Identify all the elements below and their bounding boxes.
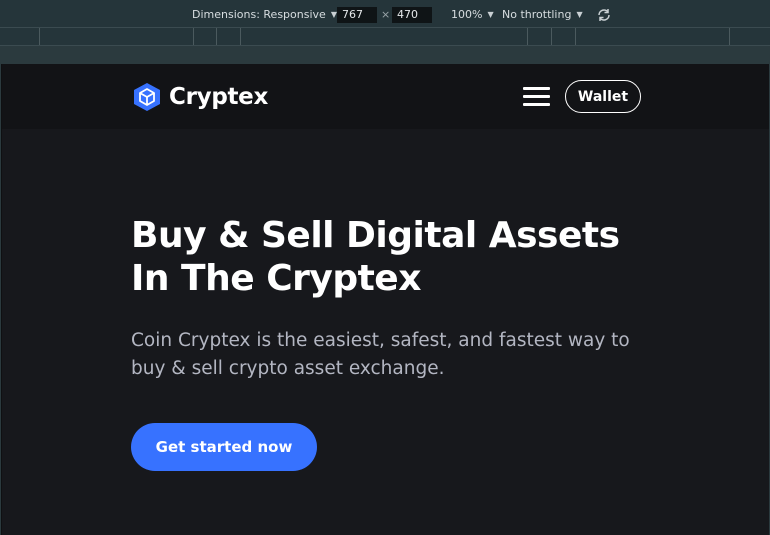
ruler-tick: [216, 28, 217, 45]
media-query-ruler[interactable]: [0, 28, 770, 46]
rotate-icon[interactable]: [596, 7, 612, 23]
page-viewport: Cryptex Wallet Buy & Sell Digital Assets…: [1, 64, 769, 535]
zoom-dropdown[interactable]: 100% ▼: [451, 0, 494, 28]
hero-title-line: Buy & Sell Digital Assets: [131, 215, 620, 256]
site-navbar: Cryptex Wallet: [2, 64, 769, 129]
devtools-device-toolbar: Dimensions: Responsive ▼ 767 × 470 100% …: [0, 0, 770, 28]
times-sign: ×: [381, 7, 391, 21]
logo-text: Cryptex: [169, 84, 269, 110]
hero-subtitle-line: buy & sell crypto asset exchange.: [131, 358, 445, 379]
width-input[interactable]: 767: [337, 7, 377, 23]
device-gutter: [0, 46, 770, 64]
ruler-tick: [551, 28, 552, 45]
hero-title-line: In The Cryptex: [131, 258, 421, 299]
throttling-dropdown[interactable]: No throttling ▼: [502, 0, 583, 28]
hero-title: Buy & Sell Digital Assets In The Cryptex: [131, 214, 691, 300]
get-started-button[interactable]: Get started now: [131, 423, 317, 471]
site-logo[interactable]: Cryptex: [133, 82, 268, 112]
ruler-tick: [193, 28, 194, 45]
zoom-label: 100%: [451, 7, 483, 21]
height-input[interactable]: 470: [392, 7, 432, 23]
hamburger-menu-icon[interactable]: [523, 87, 550, 106]
cube-logo-icon: [134, 83, 160, 111]
ruler-tick: [240, 28, 241, 45]
hero-subtitle-line: Coin Cryptex is the easiest, safest, and…: [131, 330, 630, 351]
ruler-tick: [39, 28, 40, 45]
dimensions-label: Dimensions: Responsive: [192, 7, 326, 21]
chevron-down-icon: ▼: [576, 9, 583, 19]
ruler-tick: [729, 28, 730, 45]
hero-subtitle: Coin Cryptex is the easiest, safest, and…: [131, 327, 651, 383]
wallet-button[interactable]: Wallet: [565, 80, 641, 113]
ruler-tick: [575, 28, 576, 45]
chevron-down-icon: ▼: [487, 9, 494, 19]
ruler-tick: [527, 28, 528, 45]
throttling-label: No throttling: [502, 7, 572, 21]
dimensions-dropdown[interactable]: Dimensions: Responsive ▼: [192, 0, 337, 28]
